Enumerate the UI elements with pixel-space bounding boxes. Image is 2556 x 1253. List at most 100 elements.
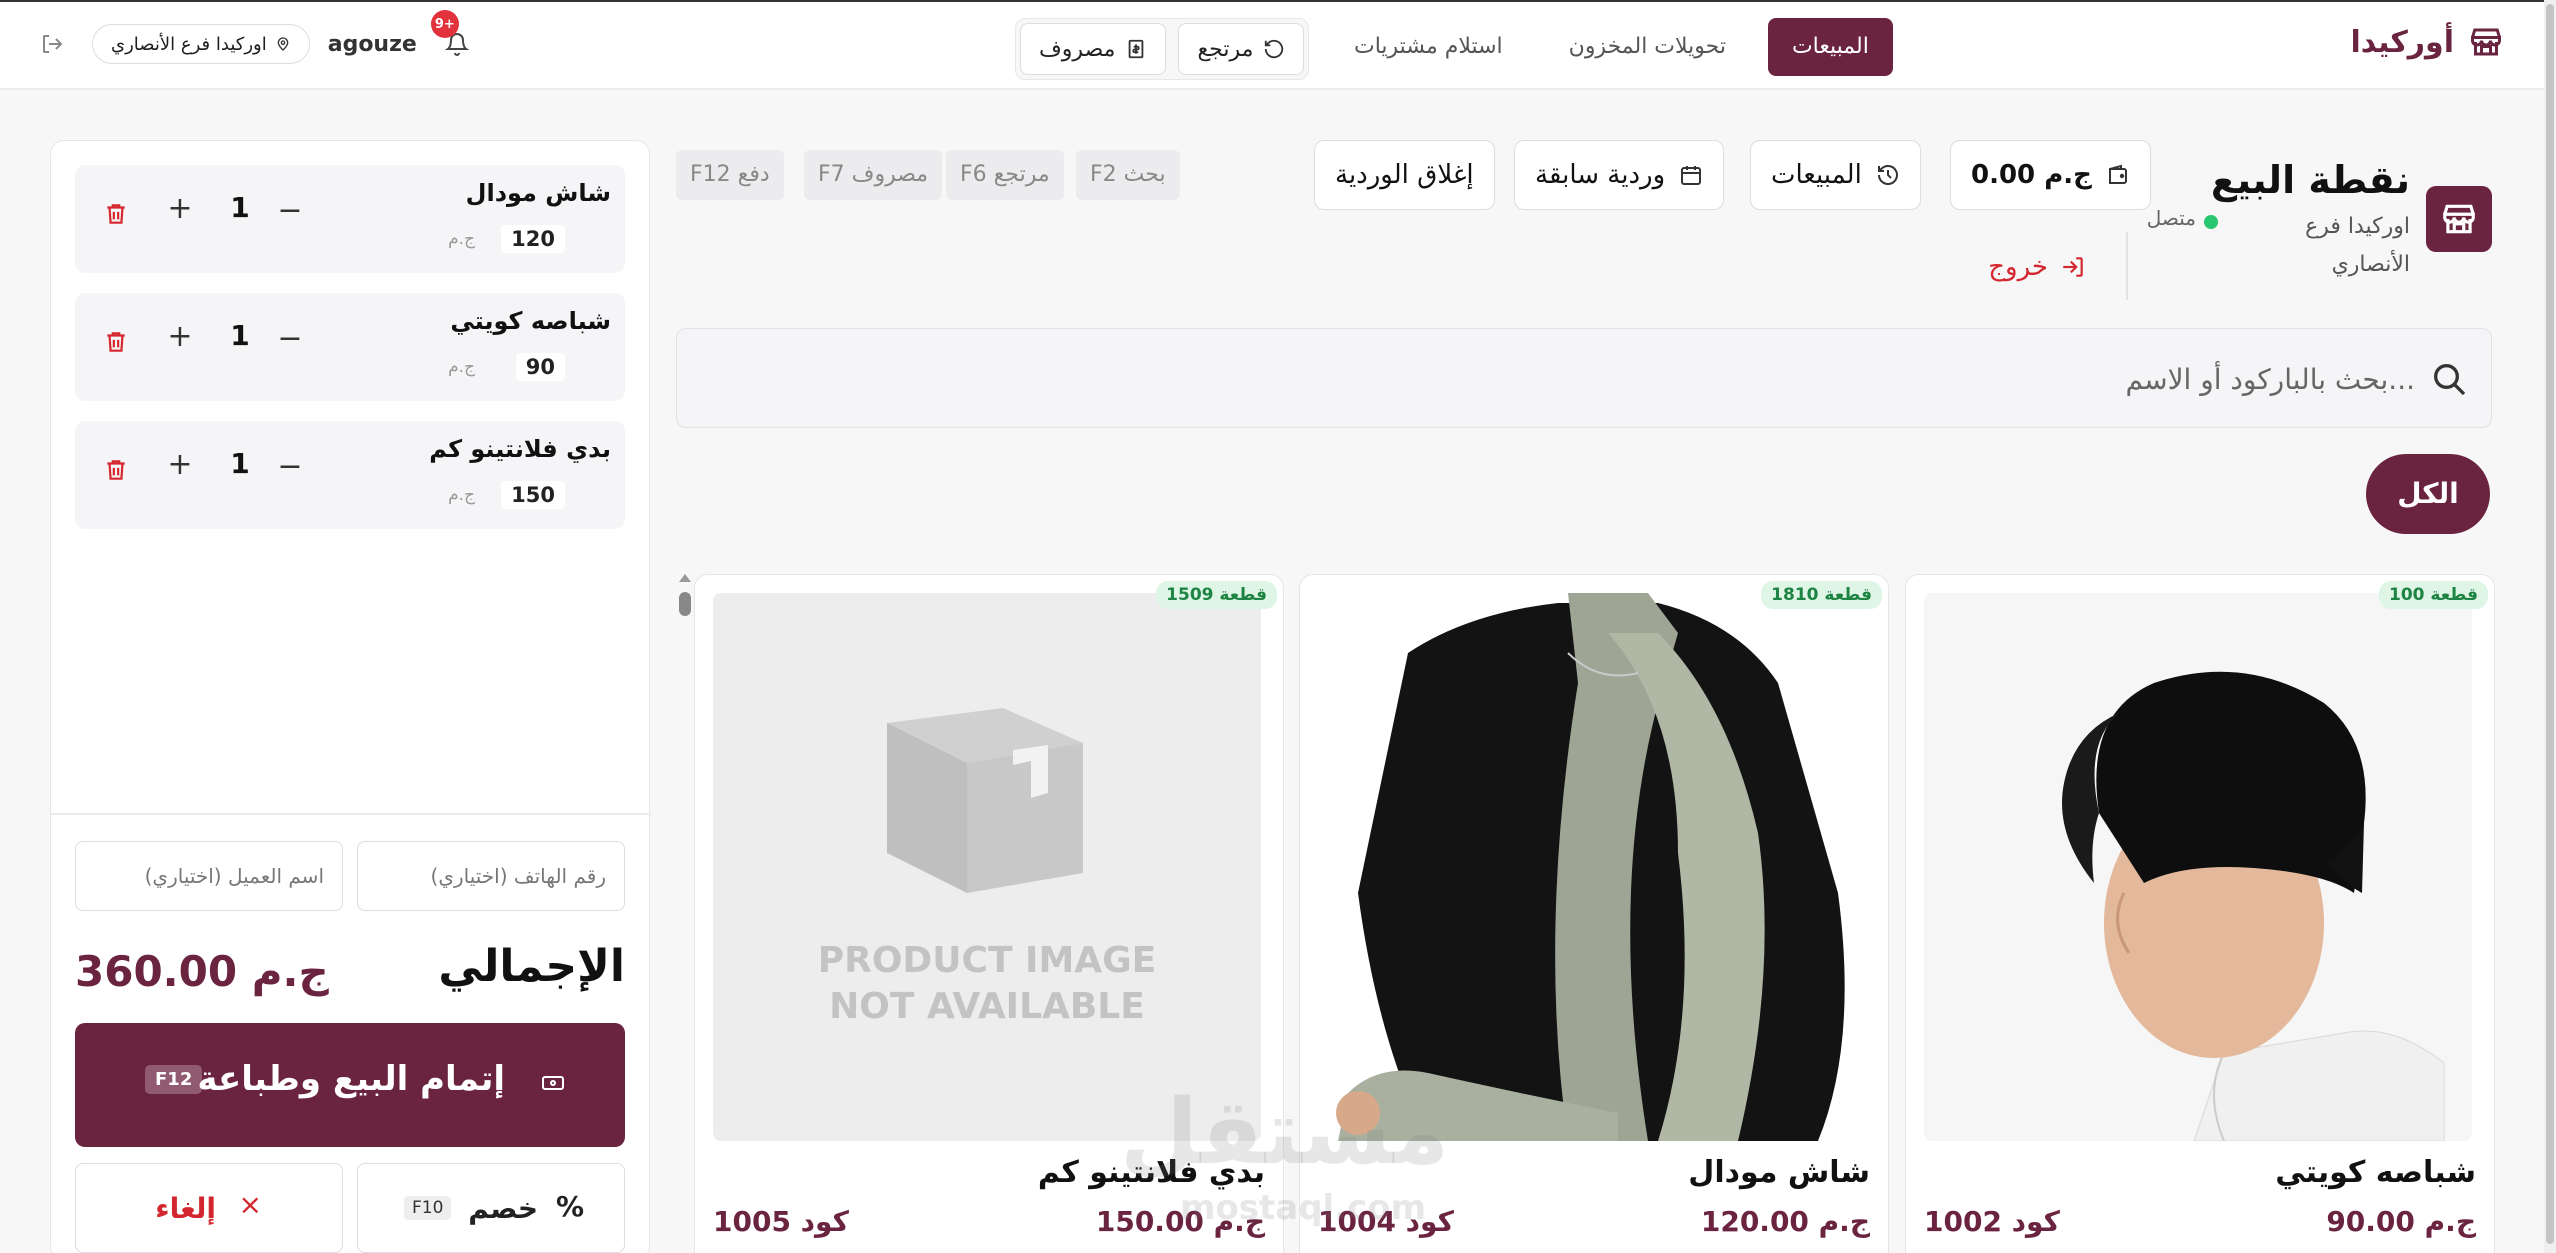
wallet-icon	[2108, 164, 2127, 184]
shortcut-search[interactable]: F2 بحث	[1076, 150, 1180, 200]
page-scrollbar-thumb[interactable]	[2546, 4, 2554, 1244]
placeholder-line-2: NOT AVAILABLE	[829, 986, 1145, 1027]
nav-item-purchase-receipts[interactable]: استلام مشتريات	[1330, 18, 1527, 76]
product-code: كود 1002	[1924, 1205, 2060, 1238]
previous-shift-label: وردية سابقة	[1535, 160, 1666, 190]
product-image	[1924, 593, 2472, 1141]
close-icon: ×	[238, 1188, 262, 1221]
cart-divider	[51, 813, 651, 815]
previous-shift-button[interactable]: وردية سابقة	[1514, 140, 1725, 210]
product-image	[1318, 593, 1866, 1141]
stock-badge: 1810 قطعة	[1761, 581, 1882, 609]
history-icon	[1877, 165, 1898, 185]
cart-item-name: شاش مودال	[465, 179, 611, 207]
cart-item-name: بدي فلانتينو كم	[429, 435, 611, 463]
decrease-qty-button[interactable]: −	[275, 321, 305, 356]
logout-icon[interactable]	[30, 22, 74, 66]
username: agouze	[327, 31, 417, 57]
increase-qty-button[interactable]: +	[165, 447, 195, 482]
checkout-print-button[interactable]: إتمام البيع وطباعة F12	[75, 1023, 625, 1147]
return-button[interactable]: مرتجع	[1178, 23, 1305, 75]
cancel-button[interactable]: × إلغاء	[75, 1163, 343, 1253]
checkout-label: إتمام البيع وطباعة	[197, 1059, 505, 1099]
stock-badge: 1509 قطعة	[1156, 581, 1277, 609]
cart-item-qty: 1	[230, 319, 250, 352]
shortcut-return[interactable]: F6 مرتجع	[946, 150, 1064, 200]
cart-item-name: شباصه كويتي	[450, 307, 611, 335]
brand-name: أوركيدا	[2350, 24, 2454, 60]
store-icon	[2471, 28, 2501, 56]
cart-item: شاش مودال 120 ج.م − 1 +	[75, 165, 625, 273]
cart-item-price[interactable]: 120	[501, 225, 565, 253]
map-pin-icon	[277, 37, 289, 51]
expense-button[interactable]: مصروف	[1020, 23, 1167, 75]
trash-icon[interactable]	[103, 327, 129, 357]
main-nav: المبيعات تحويلات المخزون استلام مشتريات	[1330, 18, 1893, 76]
quick-actions: مرتجع مصروف	[1015, 18, 1310, 80]
nav-item-stock-transfers[interactable]: تحويلات المخزون	[1545, 18, 1750, 76]
placeholder-line-1: PRODUCT IMAGE	[817, 940, 1157, 981]
nav-item-sales[interactable]: المبيعات	[1767, 18, 1893, 76]
percent-icon: %	[555, 1190, 584, 1223]
shortcut-pay[interactable]: F12 دفع	[676, 150, 784, 200]
watermark: مستقل	[1120, 1080, 1450, 1185]
product-scroll-up-arrow[interactable]	[679, 574, 691, 582]
notification-badge: 9+	[430, 10, 459, 38]
pos-logout-button[interactable]: خروج	[1988, 252, 2086, 282]
return-label: مرتجع	[1197, 36, 1254, 62]
customer-phone-input[interactable]: رقم الهاتف (اختياري)	[357, 841, 625, 911]
logout-icon	[2063, 257, 2083, 277]
trash-icon[interactable]	[103, 199, 129, 229]
product-scrollbar-thumb[interactable]	[679, 592, 691, 616]
product-image: PRODUCT IMAGE NOT AVAILABLE	[713, 593, 1261, 1141]
calendar-icon	[1681, 166, 1702, 185]
receipt-icon	[1129, 39, 1144, 59]
product-price: 120.00 ج.م	[1700, 1205, 1870, 1238]
sales-history-label: المبيعات	[1771, 160, 1862, 190]
brand[interactable]: أوركيدا	[2350, 24, 2504, 60]
pos-store-icon	[2426, 186, 2492, 252]
branch-selector[interactable]: اوركيدا فرع الأنصاري	[92, 24, 310, 64]
shortcut-expense[interactable]: F7 مصروف	[804, 150, 943, 200]
cart-item-qty: 1	[230, 447, 250, 480]
stock-badge: 100 قطعة	[2378, 581, 2488, 609]
pos-branch-name: اوركيدا فرع الأنصاري	[2305, 214, 2410, 277]
customer-name-input[interactable]: اسم العميل (اختياري)	[75, 841, 343, 911]
total-value: 360.00 ج.م	[75, 947, 329, 996]
cart-item-qty: 1	[230, 191, 250, 224]
cart-item-currency: ج.م	[448, 357, 475, 377]
increase-qty-button[interactable]: +	[165, 319, 195, 354]
product-name: شاش مودال	[1688, 1155, 1870, 1190]
branch-label: اوركيدا فرع الأنصاري	[111, 33, 267, 55]
cash-icon	[542, 1076, 564, 1090]
cancel-label: إلغاء	[155, 1192, 216, 1225]
balance-display[interactable]: 0.00 ج.م	[1950, 140, 2151, 210]
notifications-button[interactable]: 9+	[430, 10, 479, 66]
balance-value: 0.00 ج.م	[1971, 160, 2092, 190]
product-card[interactable]: 100 قطعة شباصه كويتي 90.00 ج.م كود 1002	[1905, 574, 2495, 1253]
online-status-dot	[2204, 215, 2218, 229]
page-title: نقطة البيع	[2210, 158, 2410, 202]
decrease-qty-button[interactable]: −	[275, 193, 305, 228]
search-placeholder: بحث بالباركود أو الاسم...	[2125, 363, 2415, 396]
cart-item-price[interactable]: 150	[501, 481, 565, 509]
trash-icon[interactable]	[103, 455, 129, 485]
expense-label: مصروف	[1039, 36, 1116, 62]
discount-button[interactable]: % خصم F10	[357, 1163, 625, 1253]
close-shift-label: إغلاق الوردية	[1335, 160, 1474, 190]
search-icon	[2434, 364, 2466, 396]
sales-history-button[interactable]: المبيعات	[1750, 140, 1921, 210]
top-navigation-bar: أوركيدا المبيعات تحويلات المخزون استلام …	[0, 0, 2544, 90]
cart-item-price[interactable]: 90	[515, 353, 565, 381]
product-code: كود 1005	[713, 1205, 849, 1238]
cart-item: بدي فلانتينو كم 150 ج.م − 1 +	[75, 421, 625, 529]
page-scrollbar[interactable]	[2544, 0, 2556, 1253]
product-search-input[interactable]: بحث بالباركود أو الاسم...	[676, 328, 2492, 428]
increase-qty-button[interactable]: +	[165, 191, 195, 226]
close-shift-button[interactable]: إغلاق الوردية	[1314, 140, 1495, 210]
header-divider	[2126, 232, 2128, 300]
logout-label: خروج	[1988, 252, 2048, 282]
decrease-qty-button[interactable]: −	[275, 449, 305, 484]
category-all[interactable]: الكل	[2366, 454, 2490, 534]
box-icon	[887, 708, 1083, 893]
